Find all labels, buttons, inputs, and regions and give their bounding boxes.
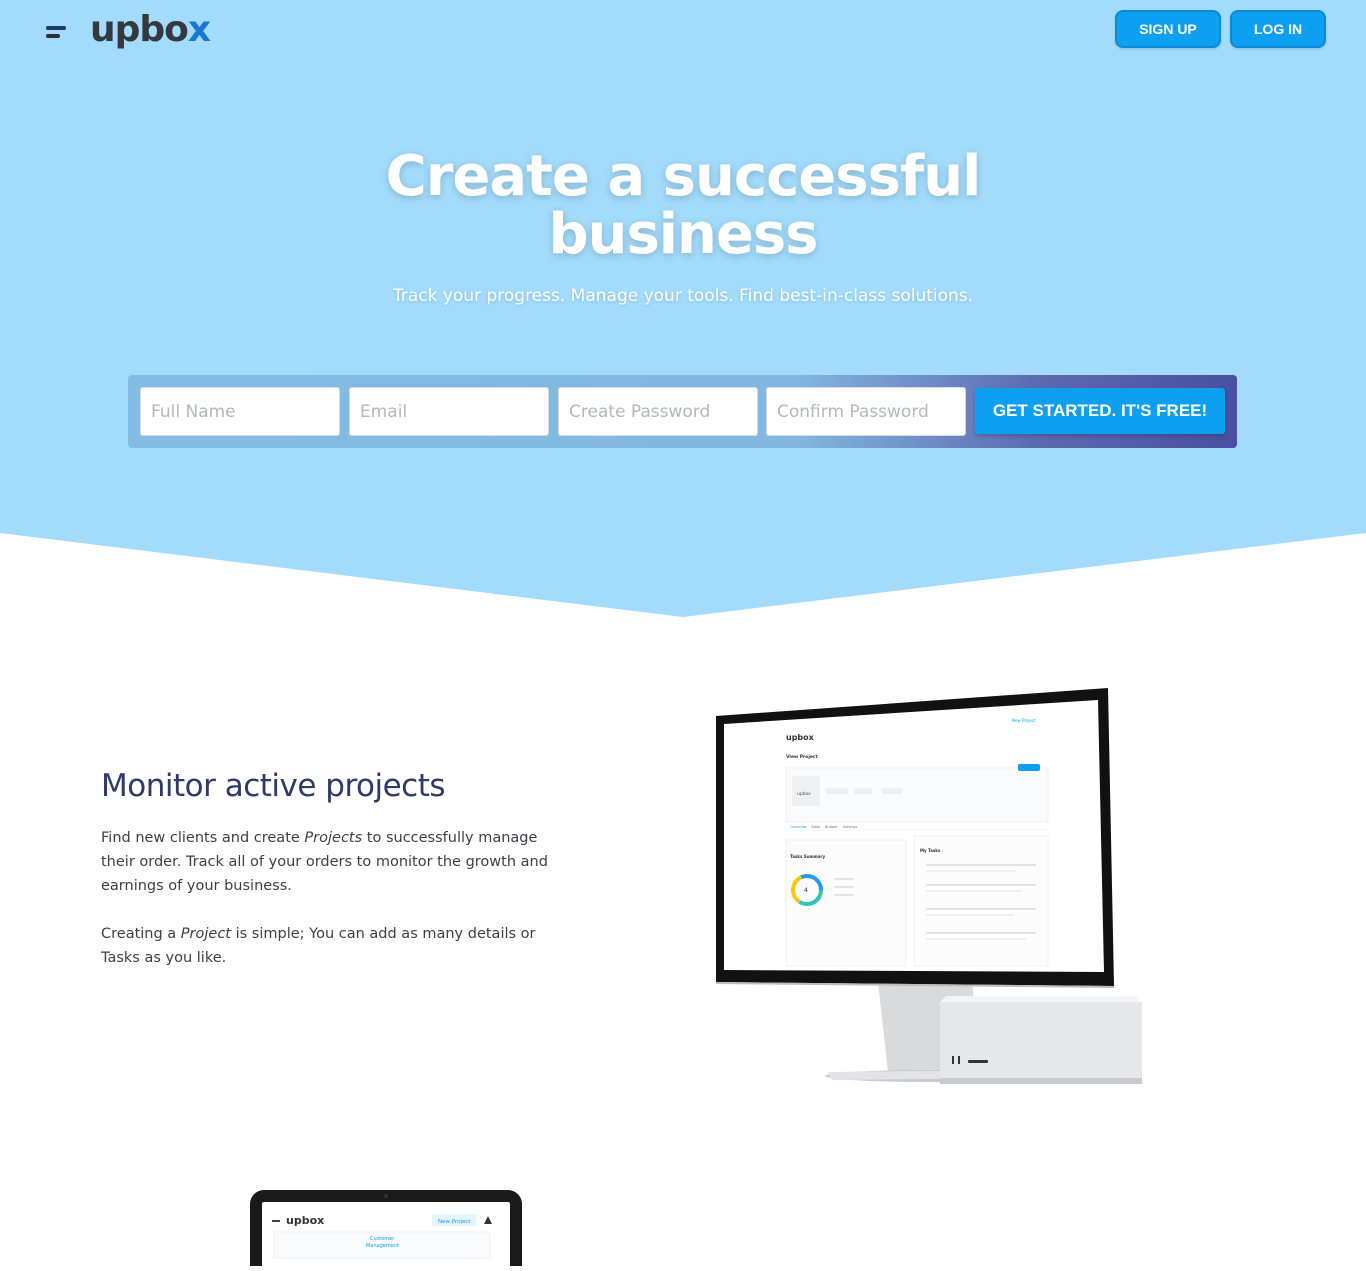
email-input[interactable] xyxy=(349,387,549,436)
hero-background xyxy=(0,0,1366,620)
svg-text:Overview: Overview xyxy=(790,825,807,829)
svg-text:Tasks: Tasks xyxy=(810,825,821,829)
hero-title: Create a successful business xyxy=(385,144,982,267)
tablet-illustration: upbox New Project Customer Management xyxy=(248,1186,528,1271)
menu-icon[interactable] xyxy=(46,24,68,40)
screen-logo: upbox xyxy=(786,733,815,742)
tablet-logo: upbox xyxy=(286,1214,324,1227)
svg-text:Settings: Settings xyxy=(843,825,858,829)
confirm-password-input[interactable] xyxy=(766,387,966,436)
create-password-input[interactable] xyxy=(558,387,758,436)
full-name-input[interactable] xyxy=(140,387,340,436)
tablet-line-2: Management xyxy=(366,1243,399,1249)
svg-text:upbox: upbox xyxy=(797,791,811,797)
screen-new-project: New Project xyxy=(1012,718,1036,723)
get-started-button[interactable]: GET STARTED. IT'S FREE! xyxy=(975,388,1225,434)
hero-subtitle: Track your progress. Manage your tools. … xyxy=(392,286,974,306)
monitor-illustration: upbox New Project View Project upbox Ove… xyxy=(700,680,1160,1100)
tablet-new-project: New Project xyxy=(438,1219,471,1225)
login-button[interactable]: LOG IN xyxy=(1230,10,1326,48)
logo-text: upbox xyxy=(90,9,211,50)
signup-form: GET STARTED. IT'S FREE! xyxy=(128,375,1237,448)
screen-donut-value: 4 xyxy=(804,887,808,894)
svg-text:Budget: Budget xyxy=(825,825,838,829)
feature-title: Monitor active projects xyxy=(101,768,446,804)
signup-button[interactable]: SIGN UP xyxy=(1115,10,1221,48)
logo[interactable]: upbox xyxy=(46,9,211,50)
feature-paragraph-1: Find new clients and create Projects to … xyxy=(101,830,548,894)
screen-page-title: View Project xyxy=(786,754,819,760)
screen-tasks-summary: Tasks Summary xyxy=(790,854,825,859)
screen-my-tasks: My Tasks xyxy=(920,848,941,853)
tablet-line-1: Customer xyxy=(370,1236,395,1242)
feature-paragraph-2: Creating a Project is simple; You can ad… xyxy=(101,926,536,966)
